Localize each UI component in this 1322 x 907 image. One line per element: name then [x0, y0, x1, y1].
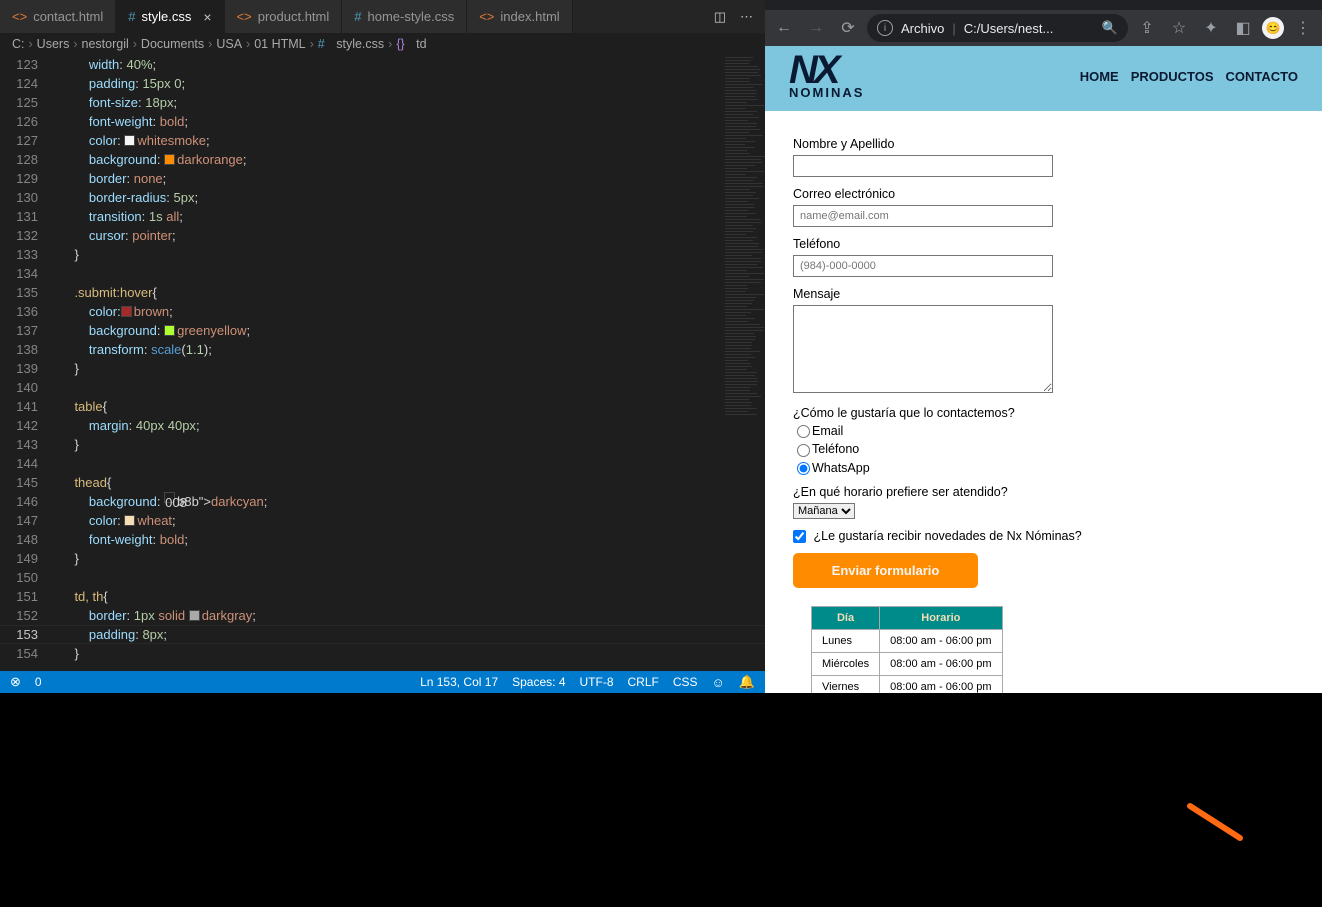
zoom-icon[interactable]: 🔍: [1102, 20, 1118, 36]
close-icon[interactable]: ×: [203, 9, 211, 25]
browser-window: ← → ⟳ i Archivo | C:/Users/nest... 🔍 ⇪ ☆…: [765, 0, 1322, 693]
code-area[interactable]: 1231241251261271281291301311321331341351…: [0, 55, 765, 665]
hours-table: Día Horario Lunes08:00 am - 06:00 pm Mié…: [811, 606, 1003, 693]
error-count[interactable]: 0: [35, 675, 42, 689]
more-icon[interactable]: ⋯: [740, 9, 753, 25]
file-icon: #: [318, 37, 325, 51]
indent[interactable]: Spaces: 4: [512, 675, 565, 689]
address-bar[interactable]: i Archivo | C:/Users/nest... 🔍: [867, 14, 1128, 42]
tab-index[interactable]: <>index.html: [467, 0, 572, 33]
error-icon[interactable]: ⊗: [10, 674, 21, 690]
email-label: Correo electrónico: [793, 187, 1294, 201]
tab-bar: <>contact.html #style.css× <>product.htm…: [0, 0, 765, 33]
contact-question: ¿Cómo le gustaría que lo contactemos?: [793, 406, 1294, 420]
nav-home[interactable]: HOME: [1080, 69, 1119, 84]
contact-form: Nombre y Apellido Correo electrónico Tel…: [765, 111, 1322, 693]
table-row: Miércoles08:00 am - 06:00 pm: [812, 652, 1003, 675]
minimap[interactable]: [721, 55, 765, 665]
encoding[interactable]: UTF-8: [580, 675, 614, 689]
reload-button[interactable]: ⟳: [835, 15, 861, 41]
sidepanel-icon[interactable]: ◧: [1230, 15, 1256, 41]
language[interactable]: CSS: [673, 675, 698, 689]
phone-label: Teléfono: [793, 237, 1294, 251]
tab-home-style[interactable]: #home-style.css: [342, 0, 467, 33]
email-input[interactable]: [793, 205, 1053, 227]
page-content[interactable]: NX NOMINAS HOME PRODUCTOS CONTACTO Nombr…: [765, 46, 1322, 693]
site-header: NX NOMINAS HOME PRODUCTOS CONTACTO: [765, 46, 1322, 111]
split-editor-icon[interactable]: ◫: [714, 9, 726, 25]
cursor-pos[interactable]: Ln 153, Col 17: [420, 675, 498, 689]
table-row: Viernes08:00 am - 06:00 pm: [812, 675, 1003, 693]
radio-email[interactable]: [797, 425, 810, 438]
star-icon[interactable]: ☆: [1166, 15, 1192, 41]
eol[interactable]: CRLF: [628, 675, 659, 689]
newsletter-label: ¿Le gustaría recibir novedades de Nx Nóm…: [813, 529, 1081, 543]
name-label: Nombre y Apellido: [793, 137, 1294, 151]
submit-button[interactable]: Enviar formulario: [793, 553, 978, 588]
radio-whatsapp[interactable]: [797, 462, 810, 475]
tab-style[interactable]: #style.css×: [116, 0, 224, 33]
nav-contact[interactable]: CONTACTO: [1226, 69, 1298, 84]
radio-phone[interactable]: [797, 444, 810, 457]
info-icon[interactable]: i: [877, 20, 893, 36]
th-day: Día: [812, 606, 880, 629]
newsletter-checkbox[interactable]: [793, 530, 806, 543]
message-label: Mensaje: [793, 287, 1294, 301]
share-icon[interactable]: ⇪: [1134, 15, 1160, 41]
table-row: Lunes08:00 am - 06:00 pm: [812, 629, 1003, 652]
menu-icon[interactable]: ⋮: [1290, 15, 1316, 41]
nav-products[interactable]: PRODUCTOS: [1131, 69, 1214, 84]
name-input[interactable]: [793, 155, 1053, 177]
status-bar: ⊗ 0 Ln 153, Col 17 Spaces: 4 UTF-8 CRLF …: [0, 671, 765, 693]
breadcrumb[interactable]: C:› Users› nestorgil› Documents› USA› 01…: [0, 33, 765, 55]
bell-icon[interactable]: 🔔: [739, 674, 755, 690]
tab-product[interactable]: <>product.html: [225, 0, 343, 33]
schedule-select[interactable]: Mañana: [793, 503, 855, 519]
schedule-question: ¿En qué horario prefiere ser atendido?: [793, 485, 1294, 499]
extensions-icon[interactable]: ✦: [1198, 15, 1224, 41]
forward-button[interactable]: →: [803, 15, 829, 41]
tab-contact[interactable]: <>contact.html: [0, 0, 116, 33]
browser-toolbar: ← → ⟳ i Archivo | C:/Users/nest... 🔍 ⇪ ☆…: [765, 10, 1322, 46]
symbol-icon: {}: [396, 37, 404, 51]
phone-input[interactable]: [793, 255, 1053, 277]
annotation-stroke: [1186, 802, 1244, 842]
vscode-editor: <>contact.html #style.css× <>product.htm…: [0, 0, 765, 693]
feedback-icon[interactable]: ☺: [712, 675, 725, 690]
th-time: Horario: [880, 606, 1003, 629]
message-input[interactable]: [793, 305, 1053, 393]
site-logo: NX NOMINAS: [789, 56, 864, 97]
profile-avatar[interactable]: 😊: [1262, 17, 1284, 39]
back-button[interactable]: ←: [771, 15, 797, 41]
